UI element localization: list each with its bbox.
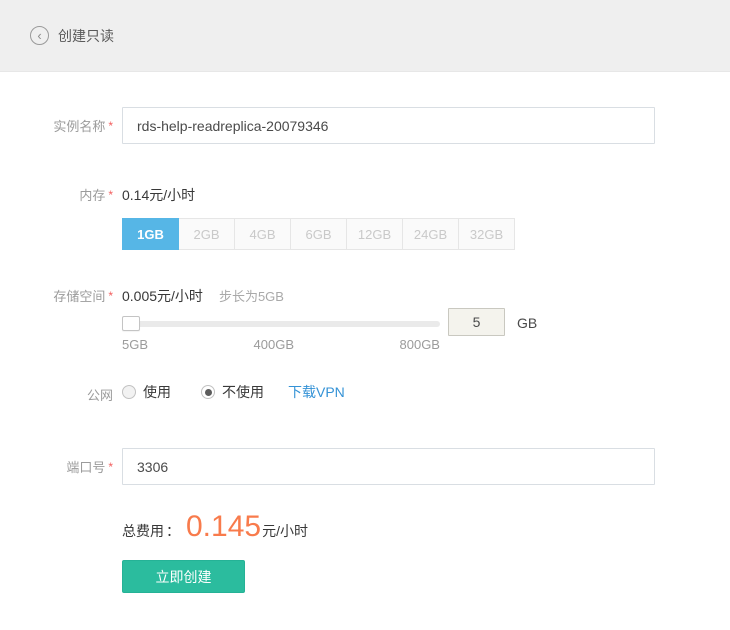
total-cost-separator: ：: [166, 521, 180, 541]
storage-label: 存储空间*: [0, 289, 113, 304]
radio-no-use-label: 不使用: [222, 382, 264, 402]
memory-option-24gb[interactable]: 24GB: [402, 218, 459, 250]
page-header: ‹ 创建只读: [0, 0, 730, 72]
tick-mid: 400GB: [254, 337, 294, 352]
storage-label-text: 存储空间: [53, 289, 105, 304]
tick-max: 800GB: [400, 337, 440, 352]
total-cost-amount: 0.145: [186, 512, 261, 542]
required-asterisk: *: [108, 289, 113, 303]
memory-option-12gb[interactable]: 12GB: [346, 218, 403, 250]
page-title: 创建只读: [58, 26, 114, 46]
total-cost-unit: 元/小时: [262, 521, 308, 541]
memory-option-4gb[interactable]: 4GB: [234, 218, 291, 250]
port-label: 端口号*: [0, 460, 113, 475]
back-icon[interactable]: ‹: [30, 26, 49, 45]
radio-selected-icon: [201, 385, 215, 399]
storage-slider-handle[interactable]: [122, 316, 140, 331]
instance-name-label-text: 实例名称: [53, 119, 105, 134]
storage-price: 0.005元/小时: [122, 288, 203, 304]
network-radio-group: 使用 不使用 下载VPN: [122, 383, 345, 401]
instance-name-input[interactable]: [122, 107, 655, 144]
network-label: 公网: [0, 388, 113, 403]
create-now-button[interactable]: 立即创建: [122, 560, 245, 593]
storage-value-input[interactable]: [448, 308, 505, 336]
create-read-replica-page: ‹ 创建只读 实例名称* 内存* 0.14元/小时 1GB 2GB 4GB 6G…: [0, 0, 730, 630]
radio-unselected-icon: [122, 385, 136, 399]
memory-option-6gb[interactable]: 6GB: [290, 218, 347, 250]
required-asterisk: *: [108, 188, 113, 202]
storage-step-hint: 步长为5GB: [219, 289, 284, 304]
storage-slider: [122, 315, 440, 332]
network-label-text: 公网: [87, 388, 113, 403]
instance-name-label: 实例名称*: [0, 119, 113, 134]
port-input[interactable]: [122, 448, 655, 485]
radio-dot: [205, 389, 212, 396]
memory-price: 0.14元/小时: [122, 187, 195, 203]
required-asterisk: *: [108, 460, 113, 474]
tick-min: 5GB: [122, 337, 148, 352]
storage-slider-track[interactable]: [122, 321, 440, 327]
memory-size-options: 1GB 2GB 4GB 6GB 12GB 24GB 32GB: [122, 218, 515, 250]
memory-label-text: 内存: [79, 188, 105, 203]
memory-option-32gb[interactable]: 32GB: [458, 218, 515, 250]
memory-option-2gb[interactable]: 2GB: [178, 218, 235, 250]
memory-option-1gb[interactable]: 1GB: [122, 218, 179, 250]
port-label-text: 端口号: [66, 460, 105, 475]
total-cost-label: 总费用: [122, 521, 164, 541]
storage-unit-label: GB: [517, 315, 537, 331]
radio-use-public-network[interactable]: 使用: [122, 382, 171, 402]
memory-label: 内存*: [0, 188, 113, 203]
radio-use-label: 使用: [143, 382, 171, 402]
download-vpn-link[interactable]: 下载VPN: [288, 382, 345, 402]
storage-price-line: 0.005元/小时 步长为5GB: [122, 288, 284, 305]
radio-no-public-network[interactable]: 不使用: [201, 382, 264, 402]
required-asterisk: *: [108, 119, 113, 133]
storage-slider-ticks: 5GB 400GB 800GB: [122, 337, 440, 352]
total-cost: 总费用 ： 0.145 元/小时: [122, 512, 308, 542]
